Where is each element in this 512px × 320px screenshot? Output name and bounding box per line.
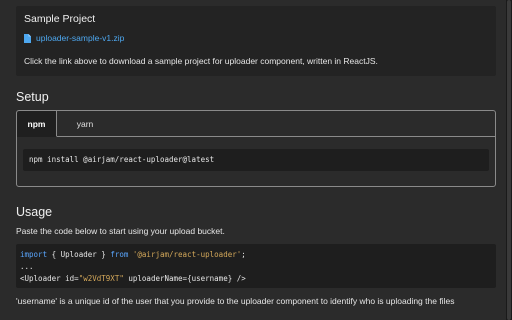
code-semicolon: ;: [241, 250, 246, 259]
install-tabs-panel: npm yarn npm install @airjam/react-uploa…: [16, 110, 496, 187]
scrollbar-thumb[interactable]: [507, 0, 511, 320]
code-line-ellipsis: ...: [20, 262, 34, 271]
tab-bar: npm yarn: [17, 111, 495, 137]
setup-heading: Setup: [16, 90, 49, 104]
sample-project-title: Sample Project: [24, 13, 96, 25]
sample-project-description: Click the link above to download a sampl…: [24, 56, 378, 66]
usage-code-block: import { Uploader } from '@airjam/react-…: [16, 244, 496, 288]
usage-description: Paste the code below to start using your…: [16, 226, 225, 236]
install-code-block: npm install @airjam/react-uploader@lates…: [23, 149, 489, 171]
code-id-string: "w2VdT9XT": [78, 274, 124, 283]
sample-download-label: uploader-sample-v1.zip: [36, 33, 125, 43]
tab-npm[interactable]: npm: [17, 111, 57, 137]
usage-heading: Usage: [16, 205, 53, 219]
file-icon: [24, 33, 31, 43]
code-line-import: import { Uploader } from '@airjam/react-…: [20, 250, 246, 259]
tab-yarn[interactable]: yarn: [65, 111, 105, 137]
main-panel: Sample Project uploader-sample-v1.zip Cl…: [0, 0, 506, 320]
code-keyword-import: import: [20, 250, 48, 259]
code-module-string: '@airjam/react-uploader': [132, 250, 242, 259]
code-keyword-from: from: [110, 250, 129, 259]
install-command[interactable]: npm install @airjam/react-uploader@lates…: [29, 155, 214, 164]
code-component-open: <Uploader id=: [20, 274, 79, 283]
username-note: 'username' is a unique id of the user th…: [16, 296, 455, 306]
sample-download-link[interactable]: uploader-sample-v1.zip: [24, 33, 124, 43]
tab-divider: [57, 136, 495, 137]
code-line-component: <Uploader id="w2VdT9XT" uploaderName={us…: [20, 274, 246, 283]
sample-project-card: Sample Project uploader-sample-v1.zip Cl…: [16, 6, 496, 76]
scrollbar[interactable]: [506, 0, 512, 320]
code-component-props: uploaderName={username} />: [123, 274, 246, 283]
code-import-names: { Uploader }: [47, 250, 111, 259]
